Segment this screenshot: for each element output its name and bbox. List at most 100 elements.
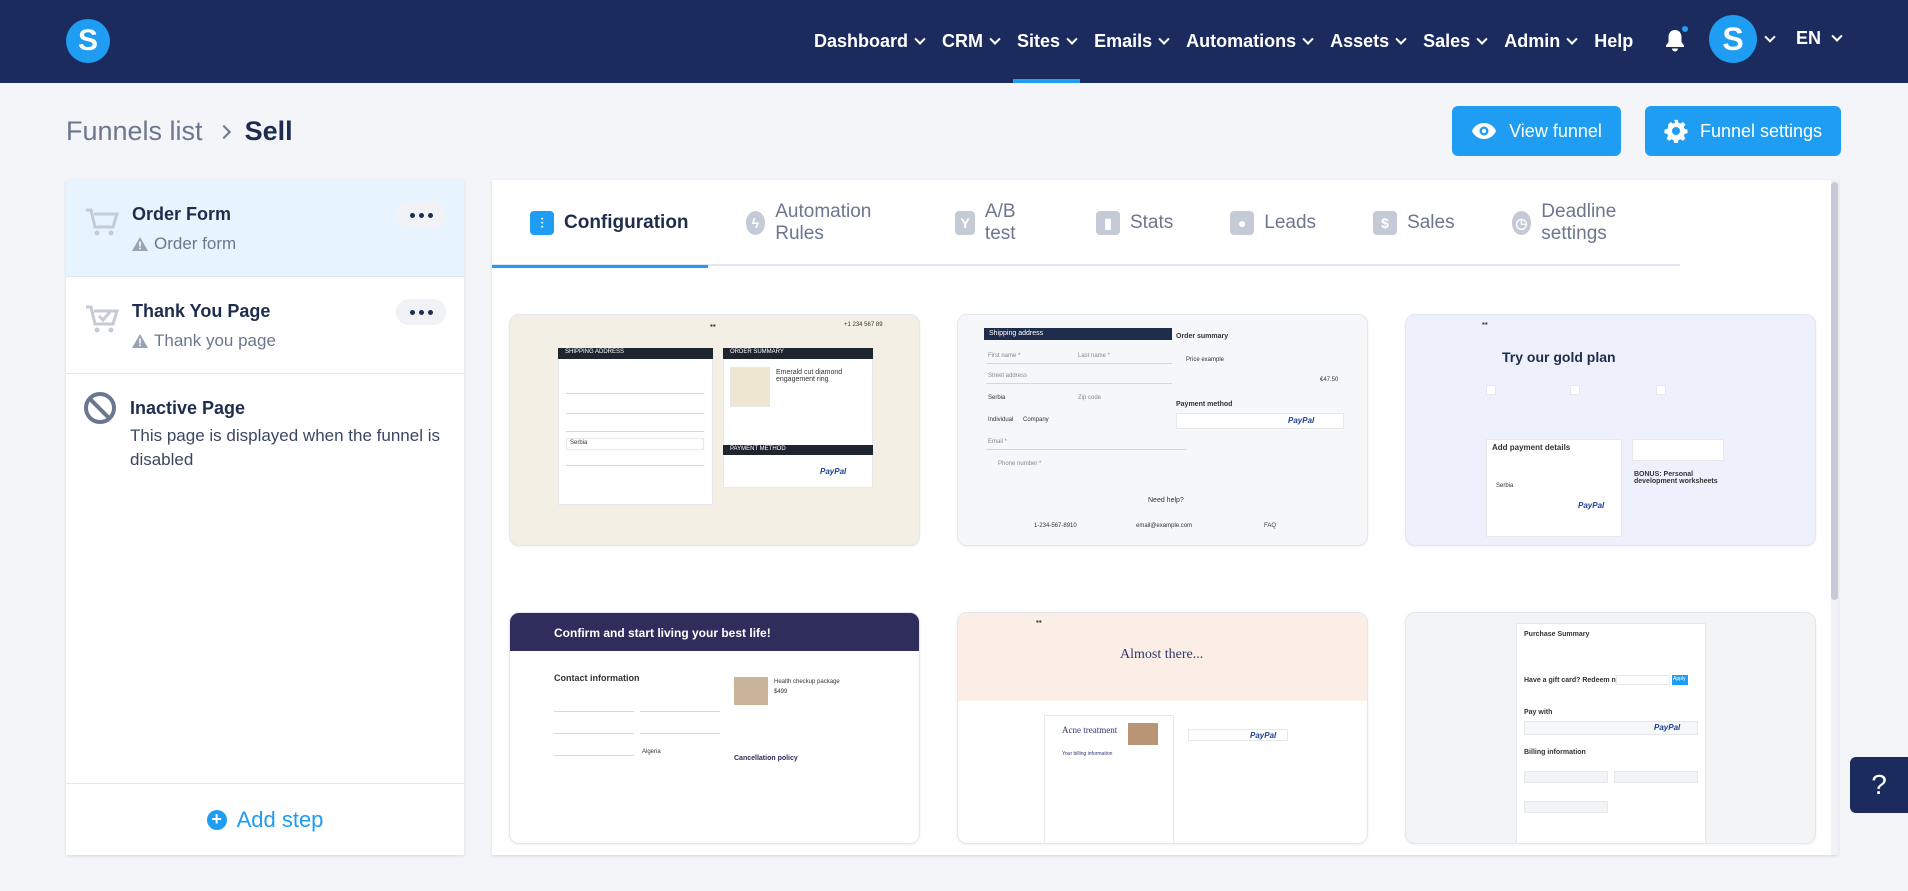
nav-item-admin[interactable]: Admin [1504, 0, 1578, 83]
step-menu-button[interactable] [396, 202, 446, 228]
nav-label: Automations [1186, 31, 1297, 51]
nav-label: Help [1594, 31, 1634, 51]
dollar-icon: $ [1373, 211, 1398, 235]
template-input [1616, 675, 1670, 685]
view-funnel-button[interactable]: View funnel [1452, 106, 1621, 156]
add-step-button[interactable]: + Add step [66, 783, 464, 855]
template-text: Need help? [1148, 497, 1184, 504]
chevron-down-icon[interactable] [1764, 31, 1776, 43]
warning-icon [132, 237, 148, 251]
inactive-page-title[interactable]: Inactive Page [130, 398, 245, 419]
template-divider [566, 465, 704, 466]
chevron-down-icon [1302, 33, 1314, 45]
tab-label: Automation Rules [775, 201, 872, 244]
inactive-page-description: This page is displayed when the funnel i… [130, 426, 440, 469]
template-divider [554, 755, 634, 756]
step-subtitle-text: Thank you page [154, 331, 276, 350]
help-button[interactable]: ? [1850, 757, 1908, 813]
chevron-down-icon [1395, 33, 1407, 45]
tab-ab-test[interactable]: Y A/B test [917, 180, 1058, 266]
template-card[interactable]: ▪▪ +1 234 567 89 SHIPPING ADDRESS Serbia… [509, 314, 920, 546]
notification-dot [1680, 24, 1690, 34]
template-logo-icon: ▪▪ [1482, 319, 1488, 328]
template-text: Contact information [554, 673, 640, 683]
tab-configuration[interactable]: ⫶ Configuration [492, 180, 708, 268]
template-text: Confirm and start living your best life! [554, 626, 771, 640]
template-text: Serbia [570, 440, 588, 446]
nav-item-crm[interactable]: CRM [942, 0, 1001, 83]
template-card[interactable]: Shipping address First name * Last name … [957, 314, 1368, 546]
tab-sales[interactable]: $ Sales [1335, 180, 1474, 266]
template-card[interactable]: Purchase Summary Have a gift card? Redee… [1405, 612, 1816, 844]
chevron-down-icon [1066, 33, 1078, 45]
step-thank-you-page[interactable]: Thank You Page Thank you page [66, 277, 464, 374]
template-text: Almost there... [1120, 647, 1204, 662]
page-title: Sell [244, 116, 293, 146]
tab-leads[interactable]: ● Leads [1192, 180, 1335, 266]
chevron-down-icon [989, 33, 1001, 45]
breadcrumb-parent-link[interactable]: Funnels list [66, 116, 203, 147]
chevron-down-icon [1566, 33, 1578, 45]
step-title: Order Form [132, 204, 232, 224]
template-checkbox [1656, 385, 1666, 395]
cart-check-icon [86, 305, 120, 333]
template-text: Street address [988, 373, 1028, 379]
lightning-icon: ϟ [745, 211, 766, 235]
template-card[interactable]: ▪▪ Almost there... Acne treatment Your b… [957, 612, 1368, 844]
nav-item-dashboard[interactable]: Dashboard [814, 0, 926, 83]
template-checkbox [1570, 385, 1580, 395]
cart-icon [86, 208, 120, 236]
tab-automation-rules[interactable]: ϟ Automation Rules [708, 180, 918, 266]
tab-label: A/B test [984, 201, 1016, 244]
template-text: Phone number * [998, 461, 1042, 467]
nav-item-automations[interactable]: Automations [1186, 0, 1314, 83]
tab-deadline-settings[interactable]: ◷ Deadline settings [1474, 180, 1680, 266]
chevron-down-icon [1476, 33, 1488, 45]
template-text: Price example [1186, 357, 1225, 363]
nav-item-sites[interactable]: Sites [1013, 0, 1081, 83]
template-text: Apply [1673, 676, 1686, 682]
template-input [1524, 801, 1608, 813]
clock-icon: ◷ [1511, 211, 1532, 235]
nav-label: Dashboard [814, 31, 909, 51]
nav-item-assets[interactable]: Assets [1330, 0, 1407, 83]
template-card[interactable]: Confirm and start living your best life!… [509, 612, 920, 844]
warning-icon [132, 334, 148, 348]
template-text: Zip code [1078, 395, 1102, 401]
template-card[interactable]: ▪▪ Try our gold plan Add payment details… [1405, 314, 1816, 546]
template-text: ORDER SUMMARY [730, 349, 784, 355]
paypal-logo: PayPal [1654, 723, 1681, 732]
step-menu-button[interactable] [396, 299, 446, 325]
funnel-settings-button[interactable]: Funnel settings [1645, 106, 1841, 156]
template-divider [986, 449, 1186, 450]
template-text: SHIPPING ADDRESS [565, 349, 625, 355]
template-text: €47.50 [1320, 377, 1339, 383]
language-selector[interactable]: EN [1796, 28, 1843, 49]
step-subtitle-text: Order form [154, 234, 237, 253]
gear-icon [1664, 119, 1688, 143]
step-order-form[interactable]: Order Form Order form [66, 180, 464, 277]
avatar[interactable]: S [1709, 15, 1757, 63]
chevron-down-icon [1158, 33, 1170, 45]
template-text: Your billing information [1062, 751, 1113, 757]
app-logo[interactable]: S [66, 19, 110, 63]
template-text: Try our gold plan [1502, 349, 1616, 365]
split-icon: Y [955, 211, 975, 235]
tab-label: Deadline settings [1541, 201, 1617, 244]
nav-item-emails[interactable]: Emails [1094, 0, 1170, 83]
template-divider [986, 383, 1186, 384]
nav-item-help[interactable]: Help [1594, 0, 1633, 83]
nav-item-sales[interactable]: Sales [1423, 0, 1488, 83]
template-text: Order summary [1176, 333, 1229, 340]
template-text: Health checkup package [774, 679, 840, 685]
tab-stats[interactable]: ▮ Stats [1058, 180, 1192, 266]
template-input [1524, 771, 1608, 783]
scrollbar-thumb[interactable] [1831, 182, 1838, 600]
nav-label: Sites [1017, 31, 1061, 51]
template-form-box [558, 348, 713, 505]
template-text: Company [1023, 417, 1049, 423]
template-text: Emerald cut diamond engagement ring [776, 369, 843, 383]
nav-label: Sales [1423, 31, 1471, 51]
tab-label: Stats [1129, 212, 1174, 233]
template-text: Acne treatment [1062, 725, 1118, 735]
